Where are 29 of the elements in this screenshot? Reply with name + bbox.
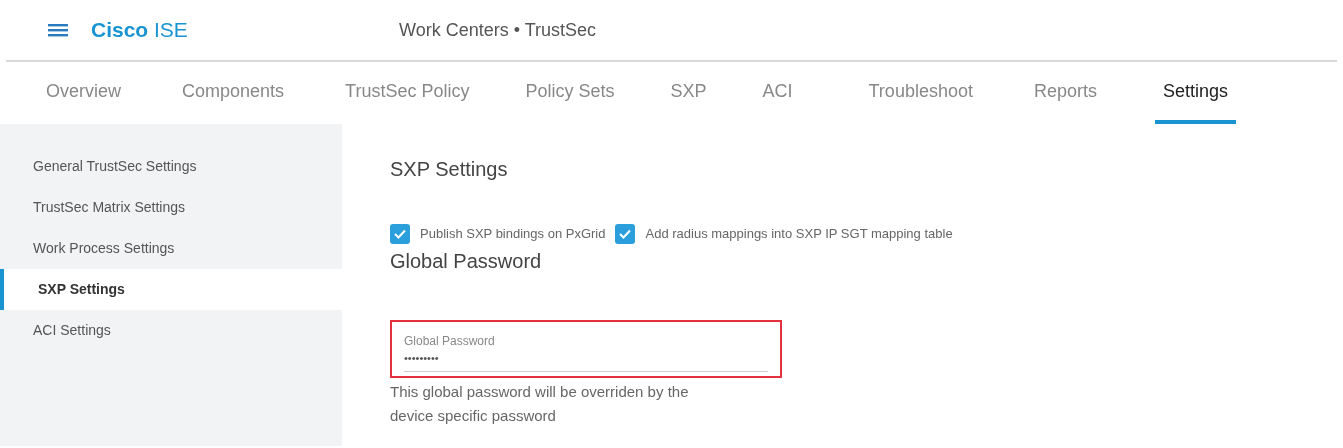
page-title: Work Centers • TrustSec bbox=[399, 18, 597, 42]
checkbox-label: Add radius mappings into SXP IP SGT mapping table bbox=[645, 225, 953, 244]
nav-tab[interactable]: Components bbox=[174, 62, 293, 124]
nav-tab[interactable]: Troubleshoot bbox=[860, 62, 981, 124]
nav-tab[interactable]: SXP bbox=[662, 62, 715, 124]
sidebar-item[interactable]: General TrustSec Settings bbox=[0, 146, 342, 187]
nav-tab[interactable]: ACI bbox=[754, 62, 801, 124]
nav-tab[interactable]: TrustSec Policy bbox=[337, 62, 478, 124]
checkbox-label: Publish SXP bindings on PxGrid bbox=[420, 225, 606, 244]
checkbox[interactable] bbox=[615, 224, 636, 244]
checkmark-icon bbox=[619, 229, 632, 239]
nav-tab[interactable]: Overview bbox=[38, 62, 129, 124]
sidebar-item[interactable]: Work Process Settings bbox=[0, 228, 342, 269]
menu-icon[interactable] bbox=[48, 22, 68, 38]
help-text: This global password will be overriden by the device specific password bbox=[390, 382, 690, 426]
sidebar-item[interactable]: SXP Settings bbox=[0, 269, 342, 310]
field-label: Global Password bbox=[404, 333, 496, 350]
nav-tab[interactable]: Reports bbox=[1025, 62, 1105, 124]
nav-tab[interactable]: Settings bbox=[1155, 62, 1237, 124]
password-input[interactable]: ••••••••• bbox=[404, 350, 768, 372]
password-field[interactable]: Global Password ••••••••• bbox=[390, 320, 782, 378]
nav-tab[interactable]: Policy Sets bbox=[517, 62, 623, 124]
sidebar-item[interactable]: ACI Settings bbox=[0, 310, 342, 351]
checkbox[interactable] bbox=[390, 224, 410, 244]
sidebar-item[interactable]: TrustSec Matrix Settings bbox=[0, 187, 342, 228]
checkmark-icon bbox=[394, 229, 406, 239]
app-logo: Cisco ISE bbox=[91, 17, 189, 44]
section-title: Global Password bbox=[390, 249, 543, 274]
section-heading: SXP Settings bbox=[390, 157, 509, 182]
